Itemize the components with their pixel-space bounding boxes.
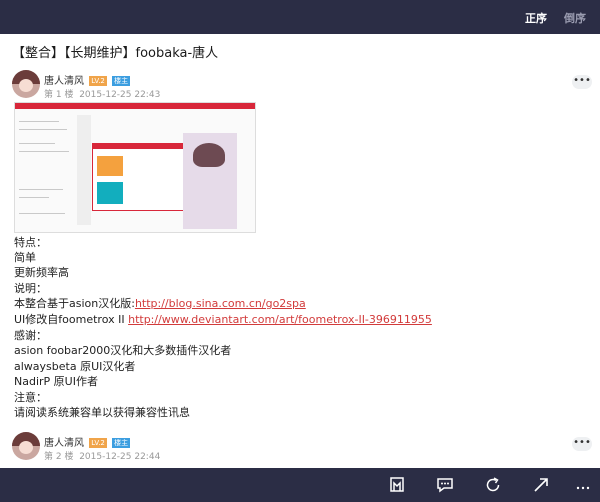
author-name[interactable]: 唐人清风 LV.2 楼主 [44, 434, 131, 449]
post-time: 2015-12-25 22:43 [79, 90, 161, 100]
bookmark-icon[interactable] [388, 476, 406, 494]
post-meta: 第 2 楼 2015-12-25 22:44 [44, 449, 160, 462]
feature-item: 更新频率高 [14, 266, 69, 279]
comment-icon[interactable] [436, 476, 454, 494]
album-art-teal [97, 182, 123, 204]
attention-item: 请阅读系统兼容单以获得兼容性讯息 [14, 406, 190, 419]
illustration-hair [193, 143, 225, 167]
op-badge: 楼主 [112, 76, 131, 86]
sort-ascending-tab[interactable]: 正序 [525, 10, 547, 26]
notes-label: 说明： [14, 282, 47, 295]
attention-label: 注意： [14, 391, 47, 404]
thanks-item: NadirP 原UI作者 [14, 375, 98, 388]
thread-content[interactable]: 【整合】【长期维护】foobaka-唐人 唐人清风 LV.2 楼主 第 1 楼 … [0, 34, 600, 468]
floor-number: 第 2 楼 [44, 452, 74, 462]
bottom-toolbar [0, 468, 600, 502]
op-badge: 楼主 [112, 438, 131, 448]
author-label: 唐人清风 [44, 438, 84, 449]
deviantart-link[interactable]: http://www.deviantart.com/art/foometrox-… [128, 313, 432, 326]
feature-item: 简单 [14, 251, 36, 264]
album-art-orange [97, 156, 123, 176]
note-line: UI修改自foometrox II http://www.deviantart.… [14, 311, 432, 327]
post-time: 2015-12-25 22:44 [79, 452, 161, 462]
attached-screenshot[interactable] [14, 102, 256, 233]
note-text: 本整合基于asion汉化版: [14, 297, 135, 310]
note-line: 本整合基于asion汉化版:http://blog.sina.com.cn/go… [14, 295, 306, 311]
screenshot-menu [77, 115, 91, 225]
screenshot-left-panel [19, 113, 75, 223]
author-name[interactable]: 唐人清风 LV.2 楼主 [44, 72, 131, 87]
avatar[interactable] [12, 70, 40, 98]
share-icon[interactable] [532, 476, 550, 494]
thanks-item: alwaysbeta 原UI汉化者 [14, 360, 136, 373]
post-meta: 第 1 楼 2015-12-25 22:43 [44, 87, 160, 100]
level-badge: LV.2 [89, 76, 107, 86]
more-icon[interactable] [574, 476, 592, 494]
refresh-icon[interactable] [484, 476, 502, 494]
thread-title: 【整合】【长期维护】foobaka-唐人 [12, 46, 219, 61]
author-label: 唐人清风 [44, 76, 84, 87]
top-bar: 正序 倒序 [0, 0, 600, 34]
floor-number: 第 1 楼 [44, 90, 74, 100]
note-text: UI修改自foometrox II [14, 313, 129, 326]
more-options-button[interactable]: ••• [572, 437, 592, 451]
screenshot-dialog [92, 143, 184, 211]
app-titlebar [15, 103, 255, 109]
thanks-item: asion foobar2000汉化和大多数插件汉化者 [14, 344, 232, 357]
features-label: 特点： [14, 236, 47, 249]
avatar[interactable] [12, 432, 40, 460]
thanks-label: 感谢： [14, 329, 47, 342]
blog-link[interactable]: http://blog.sina.com.cn/go2spa [135, 297, 306, 310]
post-header-1: 唐人清风 LV.2 楼主 第 1 楼 2015-12-25 22:43 ••• [12, 70, 592, 100]
level-badge: LV.2 [89, 438, 107, 448]
sort-descending-tab[interactable]: 倒序 [564, 10, 586, 26]
more-options-button[interactable]: ••• [572, 75, 592, 89]
post-header-2: 唐人清风 LV.2 楼主 第 2 楼 2015-12-25 22:44 ••• [12, 432, 592, 462]
